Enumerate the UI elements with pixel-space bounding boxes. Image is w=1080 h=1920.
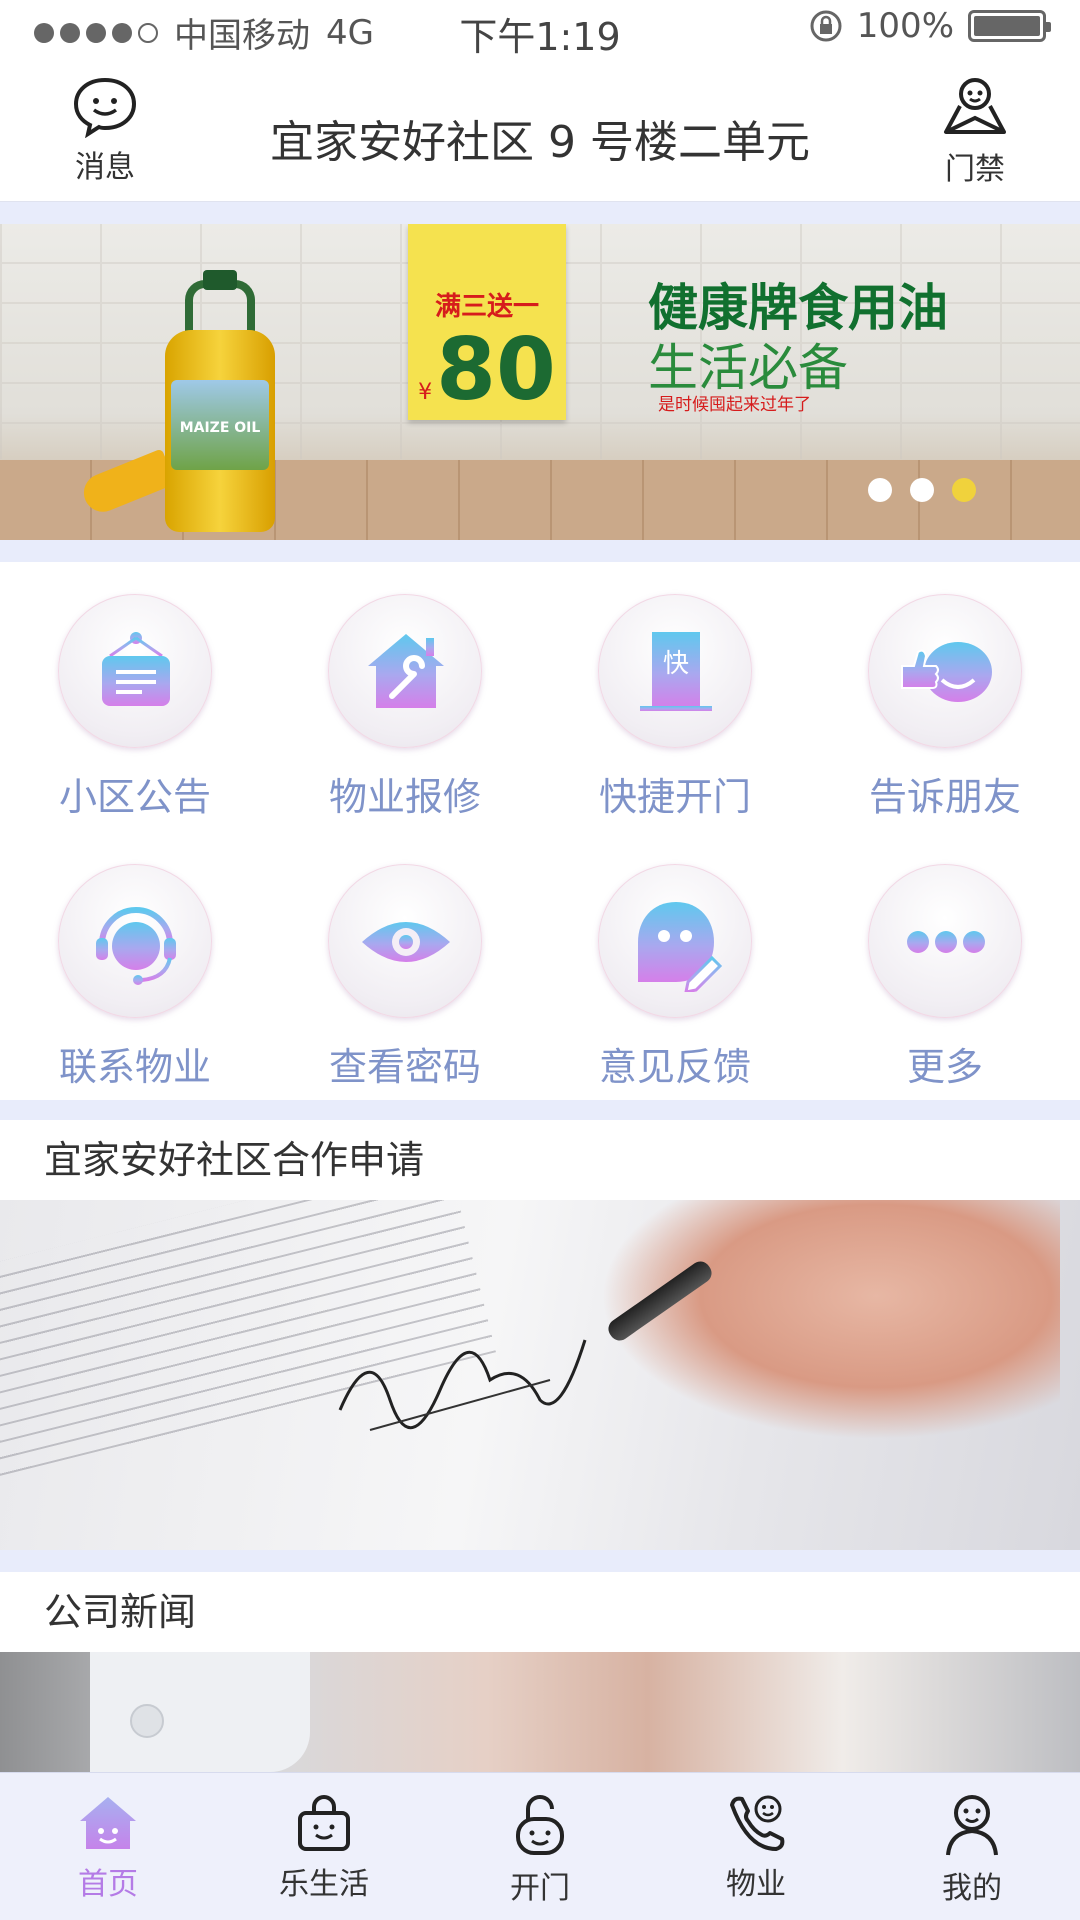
tab-label: 物业 bbox=[726, 1867, 786, 1902]
oil-bottle-image: MAIZE OIL bbox=[165, 270, 275, 532]
tab-life[interactable]: 乐生活 bbox=[216, 1793, 432, 1903]
tab-property[interactable]: 物业 bbox=[648, 1793, 864, 1903]
section-title-news[interactable]: 公司新闻 bbox=[0, 1572, 1080, 1652]
status-bar: 中国移动 4G 下午1:19 100% bbox=[0, 0, 1080, 59]
promo-tag: 满三送一 ¥80 bbox=[408, 224, 566, 420]
promo-banner[interactable]: MAIZE OIL 满三送一 ¥80 健康牌食用油 生活必备 是时候囤起来过年了 bbox=[0, 224, 1080, 540]
tab-label: 我的 bbox=[942, 1871, 1002, 1906]
signature-scribble bbox=[338, 1339, 587, 1431]
headset-icon bbox=[96, 907, 176, 985]
header: 消息 宜家安好社区 9 号楼二单元 门禁 bbox=[0, 56, 1080, 202]
access-control-button[interactable]: 门禁 bbox=[910, 76, 1040, 188]
eye-icon bbox=[362, 922, 450, 962]
feedback-icon bbox=[638, 902, 723, 992]
tab-open-door[interactable]: 开门 bbox=[432, 1793, 648, 1907]
person-icon bbox=[946, 1795, 998, 1856]
thumbs-up-icon bbox=[901, 642, 992, 702]
status-right: 100% bbox=[809, 6, 1051, 46]
notice-board-icon bbox=[102, 632, 170, 706]
carousel-indicator[interactable] bbox=[868, 478, 976, 502]
banner-caption: 是时候囤起来过年了 bbox=[658, 395, 811, 415]
grid-label: 意见反馈 bbox=[598, 1045, 751, 1089]
news-image[interactable] bbox=[0, 1652, 1080, 1772]
grid-item-quick-open[interactable]: 快 快捷开门 bbox=[540, 572, 810, 832]
tab-mine[interactable]: 我的 bbox=[864, 1793, 1080, 1907]
door-access-icon bbox=[944, 78, 1006, 134]
tab-label: 开门 bbox=[510, 1871, 570, 1906]
grid-item-contact[interactable]: 联系物业 bbox=[0, 842, 270, 1102]
app-root: 中国移动 4G 下午1:19 100% 消息 宜家安好社区 9 号楼二单元 门禁… bbox=[0, 0, 1080, 1920]
access-control-label: 门禁 bbox=[945, 152, 1005, 187]
shopping-bag-icon bbox=[298, 1795, 350, 1851]
more-icon bbox=[907, 931, 985, 953]
grid-label: 联系物业 bbox=[58, 1045, 211, 1089]
carousel-dot-active[interactable] bbox=[952, 478, 976, 502]
grid-label: 告诉朋友 bbox=[868, 775, 1021, 819]
grid-item-notice[interactable]: 小区公告 bbox=[0, 572, 270, 832]
promo-price: 80 bbox=[436, 320, 556, 420]
bottle-label: MAIZE OIL bbox=[179, 420, 261, 436]
grid-item-feedback[interactable]: 意见反馈 bbox=[540, 842, 810, 1102]
carousel-dot[interactable] bbox=[868, 478, 892, 502]
tab-label: 乐生活 bbox=[279, 1867, 369, 1902]
bottom-tab-bar: 首页 乐生活 开门 物业 我的 bbox=[0, 1772, 1080, 1920]
battery-percent: 100% bbox=[856, 6, 954, 46]
cuff-button bbox=[130, 1704, 164, 1738]
grid-label: 查看密码 bbox=[328, 1045, 481, 1089]
home-icon bbox=[80, 1797, 136, 1849]
quick-door-char: 快 bbox=[663, 649, 689, 679]
grid-label: 小区公告 bbox=[58, 775, 211, 819]
carousel-dot[interactable] bbox=[910, 478, 934, 502]
hand-image bbox=[600, 1200, 1060, 1440]
grid-item-more[interactable]: 更多 bbox=[810, 842, 1080, 1102]
grid-item-repair[interactable]: 物业报修 bbox=[270, 572, 540, 832]
battery-icon bbox=[968, 10, 1051, 42]
promo-price-wrap: ¥80 bbox=[408, 327, 566, 436]
shirt-cuff bbox=[90, 1652, 310, 1772]
grid-item-password[interactable]: 查看密码 bbox=[270, 842, 540, 1102]
promo-line: 满三送一 bbox=[434, 292, 539, 322]
function-grid: 小区公告 物业报修 快 快捷开门 告诉朋友 联系物业 查看密码 意见反馈 更多 bbox=[0, 562, 1080, 1100]
price-symbol: ¥ bbox=[418, 380, 433, 405]
grid-label: 更多 bbox=[906, 1045, 983, 1089]
phone-icon bbox=[730, 1795, 785, 1851]
unlock-icon bbox=[516, 1795, 564, 1855]
house-wrench-icon bbox=[368, 634, 444, 708]
tab-home[interactable]: 首页 bbox=[0, 1793, 216, 1903]
grid-label: 物业报修 bbox=[328, 775, 481, 819]
tab-label: 首页 bbox=[78, 1867, 138, 1902]
cooperation-image[interactable] bbox=[0, 1200, 1080, 1550]
rotation-lock-icon bbox=[810, 10, 842, 42]
grid-label: 快捷开门 bbox=[598, 775, 751, 819]
quick-door-icon: 快 bbox=[640, 632, 712, 711]
grid-item-tell-friends[interactable]: 告诉朋友 bbox=[810, 572, 1080, 832]
section-title-cooperation[interactable]: 宜家安好社区合作申请 bbox=[0, 1120, 1080, 1200]
